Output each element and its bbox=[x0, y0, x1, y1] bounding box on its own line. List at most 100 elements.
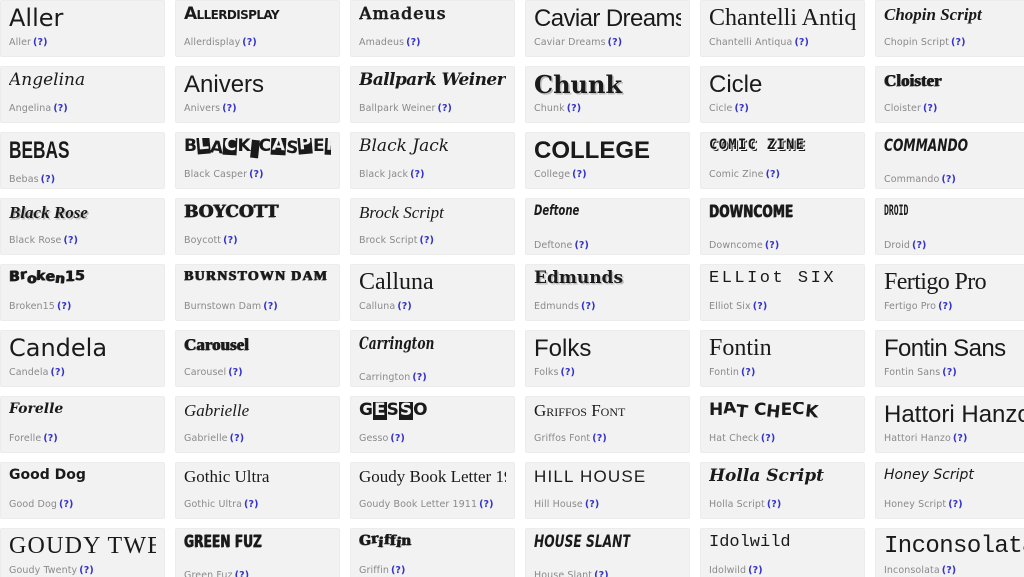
font-card[interactable]: Black Jack Black Jack (?) bbox=[350, 132, 515, 189]
font-card[interactable]: Idolwild Idolwild (?) bbox=[700, 528, 865, 577]
font-help-link[interactable]: (?) bbox=[41, 174, 56, 185]
font-help-link[interactable]: (?) bbox=[761, 433, 776, 444]
font-help-link[interactable]: (?) bbox=[561, 367, 576, 378]
font-help-link[interactable]: (?) bbox=[249, 169, 264, 180]
font-help-link[interactable]: (?) bbox=[765, 240, 780, 251]
font-help-link[interactable]: (?) bbox=[951, 37, 966, 48]
font-card[interactable]: Fontin Fontin (?) bbox=[700, 330, 865, 387]
font-card[interactable]: Carousel Carousel (?) bbox=[175, 330, 340, 387]
font-help-link[interactable]: (?) bbox=[420, 235, 435, 246]
font-card[interactable]: Fertigo Pro Fertigo Pro (?) bbox=[875, 264, 1024, 321]
font-help-link[interactable]: (?) bbox=[43, 433, 58, 444]
font-help-link[interactable]: (?) bbox=[406, 37, 421, 48]
font-card[interactable]: Angelina Angelina (?) bbox=[0, 66, 165, 123]
font-card[interactable]: GREEN FUZ Green Fuz (?) bbox=[175, 528, 340, 577]
font-card[interactable]: Griffin Griffin (?) bbox=[350, 528, 515, 577]
font-card[interactable]: Allerdisplay Allerdisplay (?) bbox=[175, 0, 340, 57]
font-card[interactable]: Aller Aller (?) bbox=[0, 0, 165, 57]
font-help-link[interactable]: (?) bbox=[222, 103, 237, 114]
font-card[interactable]: Griffos Font Griffos Font (?) bbox=[525, 396, 690, 453]
font-help-link[interactable]: (?) bbox=[741, 367, 756, 378]
font-card[interactable]: Gabrielle Gabrielle (?) bbox=[175, 396, 340, 453]
font-help-link[interactable]: (?) bbox=[923, 103, 938, 114]
font-help-link[interactable]: (?) bbox=[941, 174, 956, 185]
font-help-link[interactable]: (?) bbox=[228, 367, 243, 378]
font-help-link[interactable]: (?) bbox=[574, 240, 589, 251]
font-card[interactable]: Deftone Deftone (?) bbox=[525, 198, 690, 255]
font-help-link[interactable]: (?) bbox=[412, 372, 427, 383]
font-card[interactable]: COLLEGE College (?) bbox=[525, 132, 690, 189]
font-help-link[interactable]: (?) bbox=[223, 235, 238, 246]
font-help-link[interactable]: (?) bbox=[608, 37, 623, 48]
font-help-link[interactable]: (?) bbox=[410, 169, 425, 180]
font-help-link[interactable]: (?) bbox=[567, 103, 582, 114]
font-card[interactable]: BOYCOTT Boycott (?) bbox=[175, 198, 340, 255]
font-help-link[interactable]: (?) bbox=[585, 499, 600, 510]
font-card[interactable]: BEBAS Bebas (?) bbox=[0, 132, 165, 189]
font-help-link[interactable]: (?) bbox=[581, 301, 596, 312]
font-card[interactable]: Chantelli AntiquaChantelli Antiqua(?) bbox=[700, 0, 865, 57]
font-card[interactable]: Cloister Cloister (?) bbox=[875, 66, 1024, 123]
font-card[interactable]: Hattori Hanzo Hattori Hanzo (?) bbox=[875, 396, 1024, 453]
font-help-link[interactable]: (?) bbox=[948, 499, 963, 510]
font-help-link[interactable]: (?) bbox=[33, 37, 48, 48]
font-help-link[interactable]: (?) bbox=[572, 169, 587, 180]
font-help-link[interactable]: (?) bbox=[53, 103, 68, 114]
font-card[interactable]: Forelle Forelle (?) bbox=[0, 396, 165, 453]
font-card[interactable]: Cicle Cicle (?) bbox=[700, 66, 865, 123]
font-card[interactable]: HOUSE SLANT House Slant (?) bbox=[525, 528, 690, 577]
font-card[interactable]: GESSO Gesso (?) bbox=[350, 396, 515, 453]
font-card[interactable]: DROID Droid (?) bbox=[875, 198, 1024, 255]
font-help-link[interactable]: (?) bbox=[594, 570, 609, 577]
font-help-link[interactable]: (?) bbox=[263, 301, 278, 312]
font-help-link[interactable]: (?) bbox=[479, 499, 494, 510]
font-card[interactable]: Folks Folks (?) bbox=[525, 330, 690, 387]
font-card[interactable]: BURNSTOWN DAM Burnstown Dam (?) bbox=[175, 264, 340, 321]
font-card[interactable]: Ballpark Weiner Ballpark Weiner (?) bbox=[350, 66, 515, 123]
font-help-link[interactable]: (?) bbox=[942, 367, 957, 378]
font-help-link[interactable]: (?) bbox=[64, 235, 79, 246]
font-card[interactable]: Brock Script Brock Script (?) bbox=[350, 198, 515, 255]
font-help-link[interactable]: (?) bbox=[942, 565, 957, 576]
font-help-link[interactable]: (?) bbox=[235, 570, 250, 577]
font-card[interactable]: Black Rose Black Rose (?) bbox=[0, 198, 165, 255]
font-card[interactable]: Amadeus Amadeus (?) bbox=[350, 0, 515, 57]
font-card[interactable]: Good Dog Good Dog (?) bbox=[0, 462, 165, 519]
font-card[interactable]: HAT CHECK Hat Check (?) bbox=[700, 396, 865, 453]
font-card[interactable]: Honey Script Honey Script (?) bbox=[875, 462, 1024, 519]
font-card[interactable]: Calluna Calluna (?) bbox=[350, 264, 515, 321]
font-help-link[interactable]: (?) bbox=[390, 433, 405, 444]
font-card[interactable]: Inconsolata Inconsolata (?) bbox=[875, 528, 1024, 577]
font-help-link[interactable]: (?) bbox=[391, 565, 406, 576]
font-card[interactable]: Black Casper Black Casper (?) bbox=[175, 132, 340, 189]
font-help-link[interactable]: (?) bbox=[753, 301, 768, 312]
font-help-link[interactable]: (?) bbox=[767, 499, 782, 510]
font-card[interactable]: GOUDY TWENTY Goudy Twenty(?) bbox=[0, 528, 165, 577]
font-help-link[interactable]: (?) bbox=[912, 240, 927, 251]
font-help-link[interactable]: (?) bbox=[57, 301, 72, 312]
font-help-link[interactable]: (?) bbox=[953, 433, 968, 444]
font-help-link[interactable]: (?) bbox=[438, 103, 453, 114]
font-card[interactable]: Holla Script Holla Script (?) bbox=[700, 462, 865, 519]
font-card[interactable]: Candela Candela (?) bbox=[0, 330, 165, 387]
font-card[interactable]: DOWNCOME Downcome (?) bbox=[700, 198, 865, 255]
font-help-link[interactable]: (?) bbox=[748, 565, 763, 576]
font-card[interactable]: ELLIot SIX Elliot Six (?) bbox=[700, 264, 865, 321]
font-card[interactable]: Caviar Dreams Caviar Dreams (?) bbox=[525, 0, 690, 57]
font-help-link[interactable]: (?) bbox=[734, 103, 749, 114]
font-card[interactable]: Anivers Anivers (?) bbox=[175, 66, 340, 123]
font-help-link[interactable]: (?) bbox=[938, 301, 953, 312]
font-card[interactable]: Chunk Chunk (?) bbox=[525, 66, 690, 123]
font-card[interactable]: COMMANDO Commando (?) bbox=[875, 132, 1024, 189]
font-help-link[interactable]: (?) bbox=[242, 37, 257, 48]
font-card[interactable]: Goudy Book Letter 1911Goudy Book Letter … bbox=[350, 462, 515, 519]
font-card[interactable]: Broken15 Broken15 (?) bbox=[0, 264, 165, 321]
font-card[interactable]: Chopin Script Chopin Script (?) bbox=[875, 0, 1024, 57]
font-help-link[interactable]: (?) bbox=[397, 301, 412, 312]
font-card[interactable]: COMIC ZINE Comic Zine (?) bbox=[700, 132, 865, 189]
font-card[interactable]: Carrington Carrington (?) bbox=[350, 330, 515, 387]
font-help-link[interactable]: (?) bbox=[51, 367, 66, 378]
font-card[interactable]: Gothic Ultra Gothic Ultra (?) bbox=[175, 462, 340, 519]
font-help-link[interactable]: (?) bbox=[766, 169, 781, 180]
font-help-link[interactable]: (?) bbox=[79, 565, 94, 576]
